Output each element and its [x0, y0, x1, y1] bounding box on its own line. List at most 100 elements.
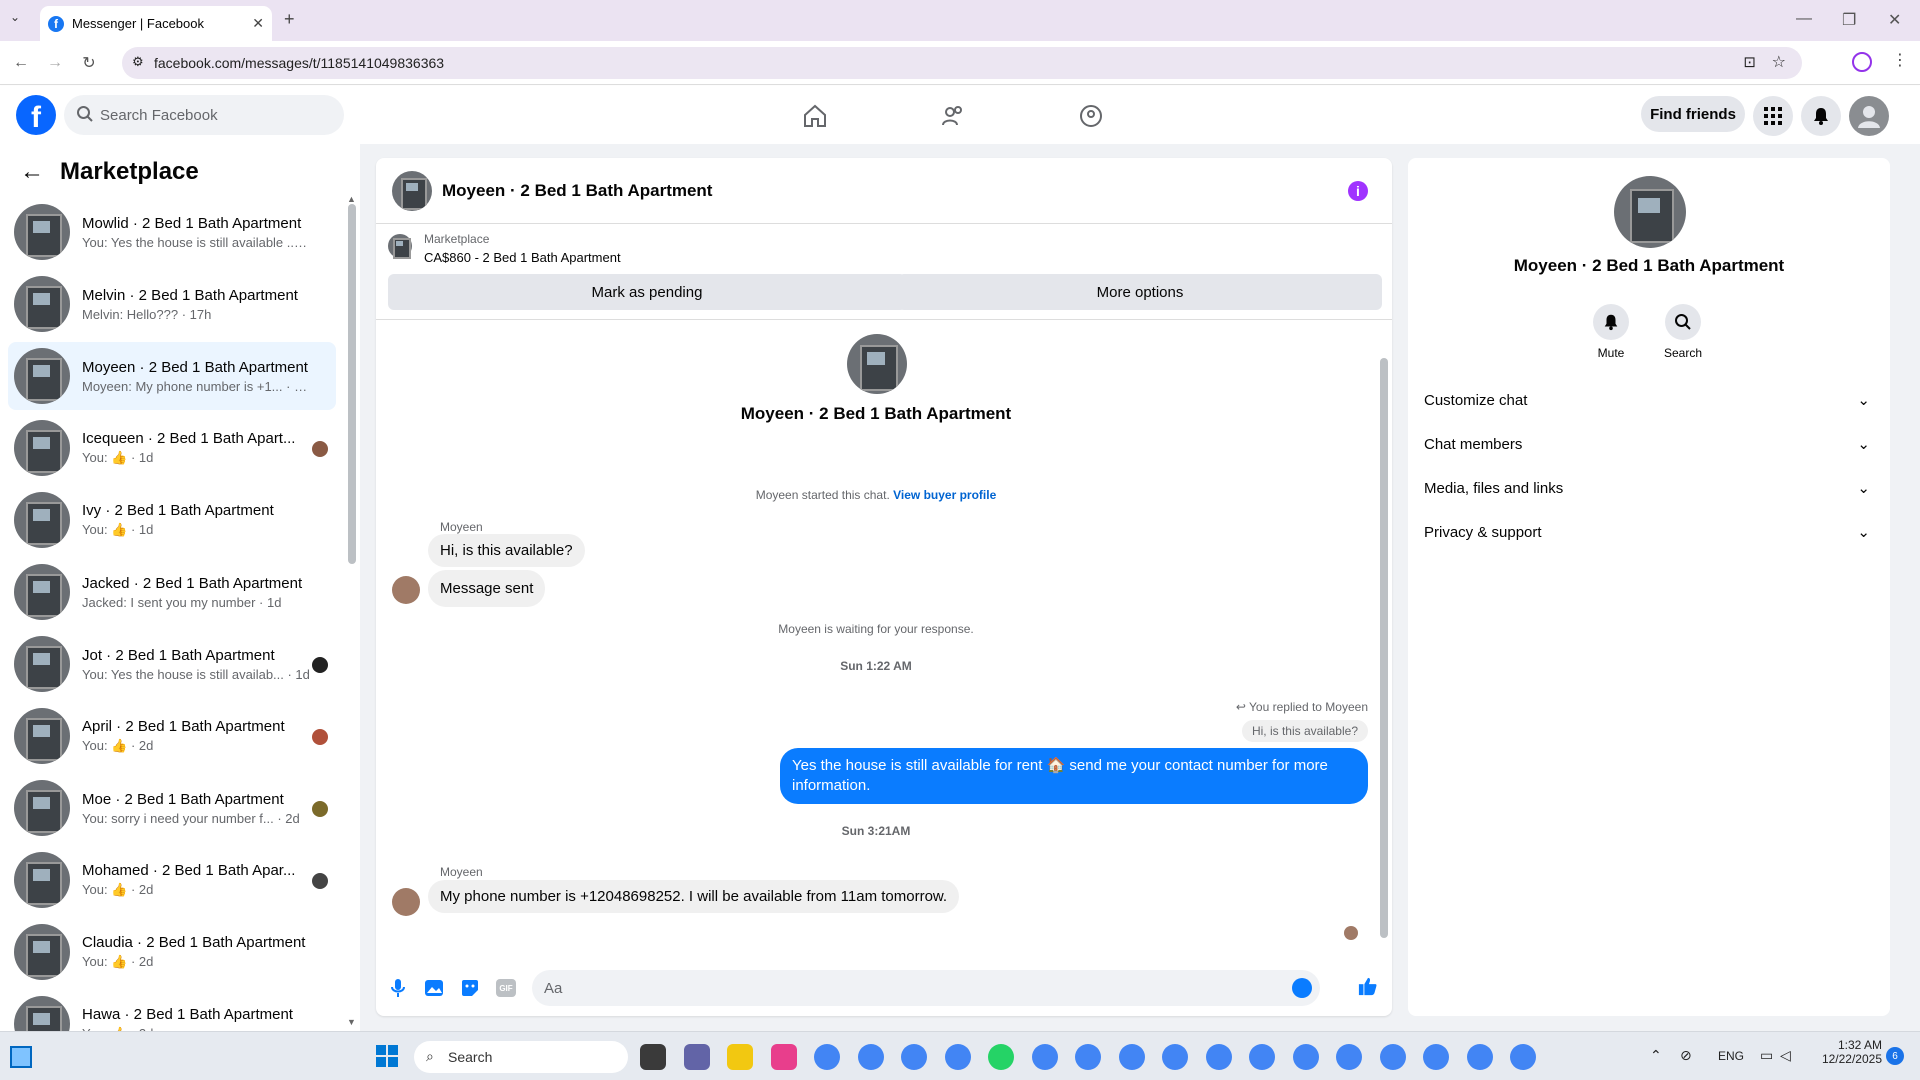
chrome-icon[interactable] [1205, 1044, 1232, 1070]
incoming-message[interactable]: Message sent [428, 570, 546, 607]
conversation-scrollbar[interactable] [348, 204, 356, 564]
reload-icon[interactable]: ↻ [76, 50, 102, 76]
install-app-icon[interactable]: ⊡ [1743, 53, 1756, 71]
conversation-item[interactable]: Melvin · 2 Bed 1 Bath Apartment Melvin: H… [8, 270, 336, 338]
clock[interactable]: 1:32 AM 12/22/2025 [1812, 1038, 1882, 1066]
back-icon[interactable]: ← [8, 50, 34, 76]
chrome-icon[interactable] [1162, 1044, 1188, 1070]
notification-badge[interactable]: 6 [1886, 1047, 1904, 1065]
new-tab-icon[interactable]: + [284, 9, 295, 30]
chrome-icon[interactable] [1510, 1044, 1536, 1070]
chrome-icon[interactable] [1031, 1044, 1058, 1070]
chat-members-section[interactable]: Chat members ⌄ [1424, 426, 1876, 462]
chrome-icon[interactable] [1379, 1044, 1406, 1070]
notifications-bell-icon[interactable] [1801, 96, 1841, 136]
sticky-notes-icon[interactable] [727, 1044, 753, 1070]
back-arrow-icon[interactable]: ← [20, 158, 44, 186]
incoming-message[interactable]: My phone number is +12048698252. I will … [428, 880, 960, 913]
facebook-search-input[interactable]: Search Facebook [64, 95, 344, 135]
bookmark-star-icon[interactable]: ☆ [1772, 52, 1786, 72]
conversation-item[interactable]: Jacked · 2 Bed 1 Bath Apartment Jacked: I… [8, 558, 336, 626]
conversation-item[interactable]: Hawa · 2 Bed 1 Bath ApartmentYou: 👍 · 2d [8, 990, 336, 1031]
minimize-icon[interactable]: — [1796, 10, 1812, 28]
sender-avatar[interactable] [392, 576, 420, 604]
url-field[interactable]: ⚙ facebook.com/messages/t/11851410498363… [122, 47, 1802, 79]
network-icon[interactable]: ⊘ [1680, 1047, 1692, 1064]
mark-as-pending-button[interactable]: Mark as pending [388, 274, 906, 310]
chrome-icon[interactable] [1336, 1044, 1362, 1070]
snipping-tool-icon[interactable] [770, 1044, 797, 1070]
incoming-message[interactable]: Hi, is this available? [428, 534, 585, 567]
scroll-down-icon[interactable]: ▼ [347, 1017, 356, 1027]
forward-icon[interactable]: → [42, 50, 68, 76]
profile-icon[interactable] [1852, 52, 1872, 72]
chrome-icon[interactable] [901, 1044, 927, 1070]
privacy-support-section[interactable]: Privacy & support ⌄ [1424, 514, 1876, 550]
menu-grid-icon[interactable] [1753, 96, 1793, 136]
chevron-up-icon[interactable]: ⌃ [1650, 1047, 1662, 1064]
photo-icon[interactable] [424, 978, 444, 998]
groups-icon[interactable] [1077, 102, 1105, 130]
file-explorer-icon[interactable] [640, 1044, 666, 1070]
display-icon[interactable]: ▭ [1760, 1047, 1773, 1064]
facebook-logo-icon[interactable]: f [16, 95, 56, 135]
conversation-item[interactable]: Mowlid · 2 Bed 1 Bath Apartment You: Yes … [8, 198, 336, 266]
friends-icon[interactable] [939, 102, 967, 130]
close-tab-icon[interactable]: ✕ [252, 15, 264, 32]
conversation-item[interactable]: Mohamed · 2 Bed 1 Bath Apar... You: 👍 · 2… [8, 846, 336, 914]
chrome-icon[interactable] [944, 1044, 971, 1070]
home-icon[interactable] [801, 102, 829, 130]
search-button[interactable]: Search [1651, 304, 1715, 360]
chrome-icon[interactable] [857, 1044, 884, 1070]
chrome-icon[interactable] [1249, 1044, 1275, 1070]
emoji-icon[interactable] [1292, 978, 1312, 998]
conversation-item[interactable]: Claudia · 2 Bed 1 Bath Apartment You: 👍 ·… [8, 918, 336, 986]
chat-title[interactable]: Moyeen · 2 Bed 1 Bath Apartment [442, 181, 712, 201]
sticker-icon[interactable] [460, 978, 480, 998]
conversation-item[interactable]: Moyeen · 2 Bed 1 Bath Apartment Moyeen: M… [8, 342, 336, 410]
scroll-up-icon[interactable]: ▲ [347, 194, 356, 204]
listing-price[interactable]: CA$860 - 2 Bed 1 Bath Apartment [424, 250, 621, 265]
chrome-icon[interactable] [1118, 1044, 1145, 1070]
find-friends-button[interactable]: Find friends [1641, 96, 1745, 132]
desktop-widget-icon[interactable] [10, 1046, 32, 1068]
browser-menu-icon[interactable]: ⋮ [1892, 50, 1908, 70]
thread-scrollbar[interactable] [1380, 358, 1388, 938]
restore-icon[interactable]: ❐ [1842, 10, 1856, 30]
chrome-icon[interactable] [1075, 1044, 1101, 1070]
start-icon[interactable] [376, 1045, 398, 1067]
chrome-icon[interactable] [1292, 1044, 1319, 1070]
chrome-icon[interactable] [1423, 1044, 1449, 1070]
details-avatar[interactable] [1614, 176, 1686, 248]
chat-avatar[interactable] [392, 170, 432, 211]
listing-thumbnail[interactable] [388, 234, 412, 260]
teams-icon[interactable] [683, 1044, 710, 1070]
more-options-button[interactable]: More options [898, 274, 1382, 310]
message-input[interactable]: Aa [532, 970, 1320, 1006]
close-window-icon[interactable]: ✕ [1888, 10, 1901, 30]
browser-tab[interactable]: f Messenger | Facebook ✕ [40, 6, 272, 41]
conversation-item[interactable]: Icequeen · 2 Bed 1 Bath Apart... You: 👍 ·… [8, 414, 336, 482]
gif-icon[interactable]: GIF [496, 978, 516, 998]
sender-avatar[interactable] [392, 888, 420, 916]
conversation-item[interactable]: April · 2 Bed 1 Bath Apartment You: 👍 · 2… [8, 702, 336, 770]
conversation-item[interactable]: Ivy · 2 Bed 1 Bath Apartment You: 👍 · 1d [8, 486, 336, 554]
conversation-item[interactable]: Moe · 2 Bed 1 Bath Apartment You: sorry i… [8, 774, 336, 842]
customize-chat-section[interactable]: Customize chat ⌄ [1424, 382, 1876, 418]
chrome-icon[interactable] [814, 1044, 840, 1070]
chrome-icon[interactable] [1466, 1044, 1493, 1070]
microphone-icon[interactable] [388, 978, 408, 998]
thumbs-up-icon[interactable] [1358, 976, 1378, 996]
view-buyer-profile-link[interactable]: View buyer profile [893, 488, 996, 502]
whatsapp-icon[interactable] [988, 1044, 1014, 1070]
site-info-icon[interactable]: ⚙ [132, 54, 144, 70]
account-avatar[interactable] [1849, 96, 1889, 136]
info-icon[interactable]: i [1348, 181, 1368, 201]
volume-icon[interactable]: ◁ [1780, 1047, 1791, 1064]
taskbar-search[interactable]: ⌕ Search [414, 1041, 628, 1073]
tab-list-icon[interactable]: ⌄ [10, 10, 20, 24]
language-indicator[interactable]: ENG [1718, 1049, 1744, 1063]
media-files-section[interactable]: Media, files and links ⌄ [1424, 470, 1876, 506]
quoted-message[interactable]: Hi, is this available? [1241, 720, 1368, 742]
conversation-item[interactable]: Jot · 2 Bed 1 Bath Apartment You: Yes the… [8, 630, 336, 698]
